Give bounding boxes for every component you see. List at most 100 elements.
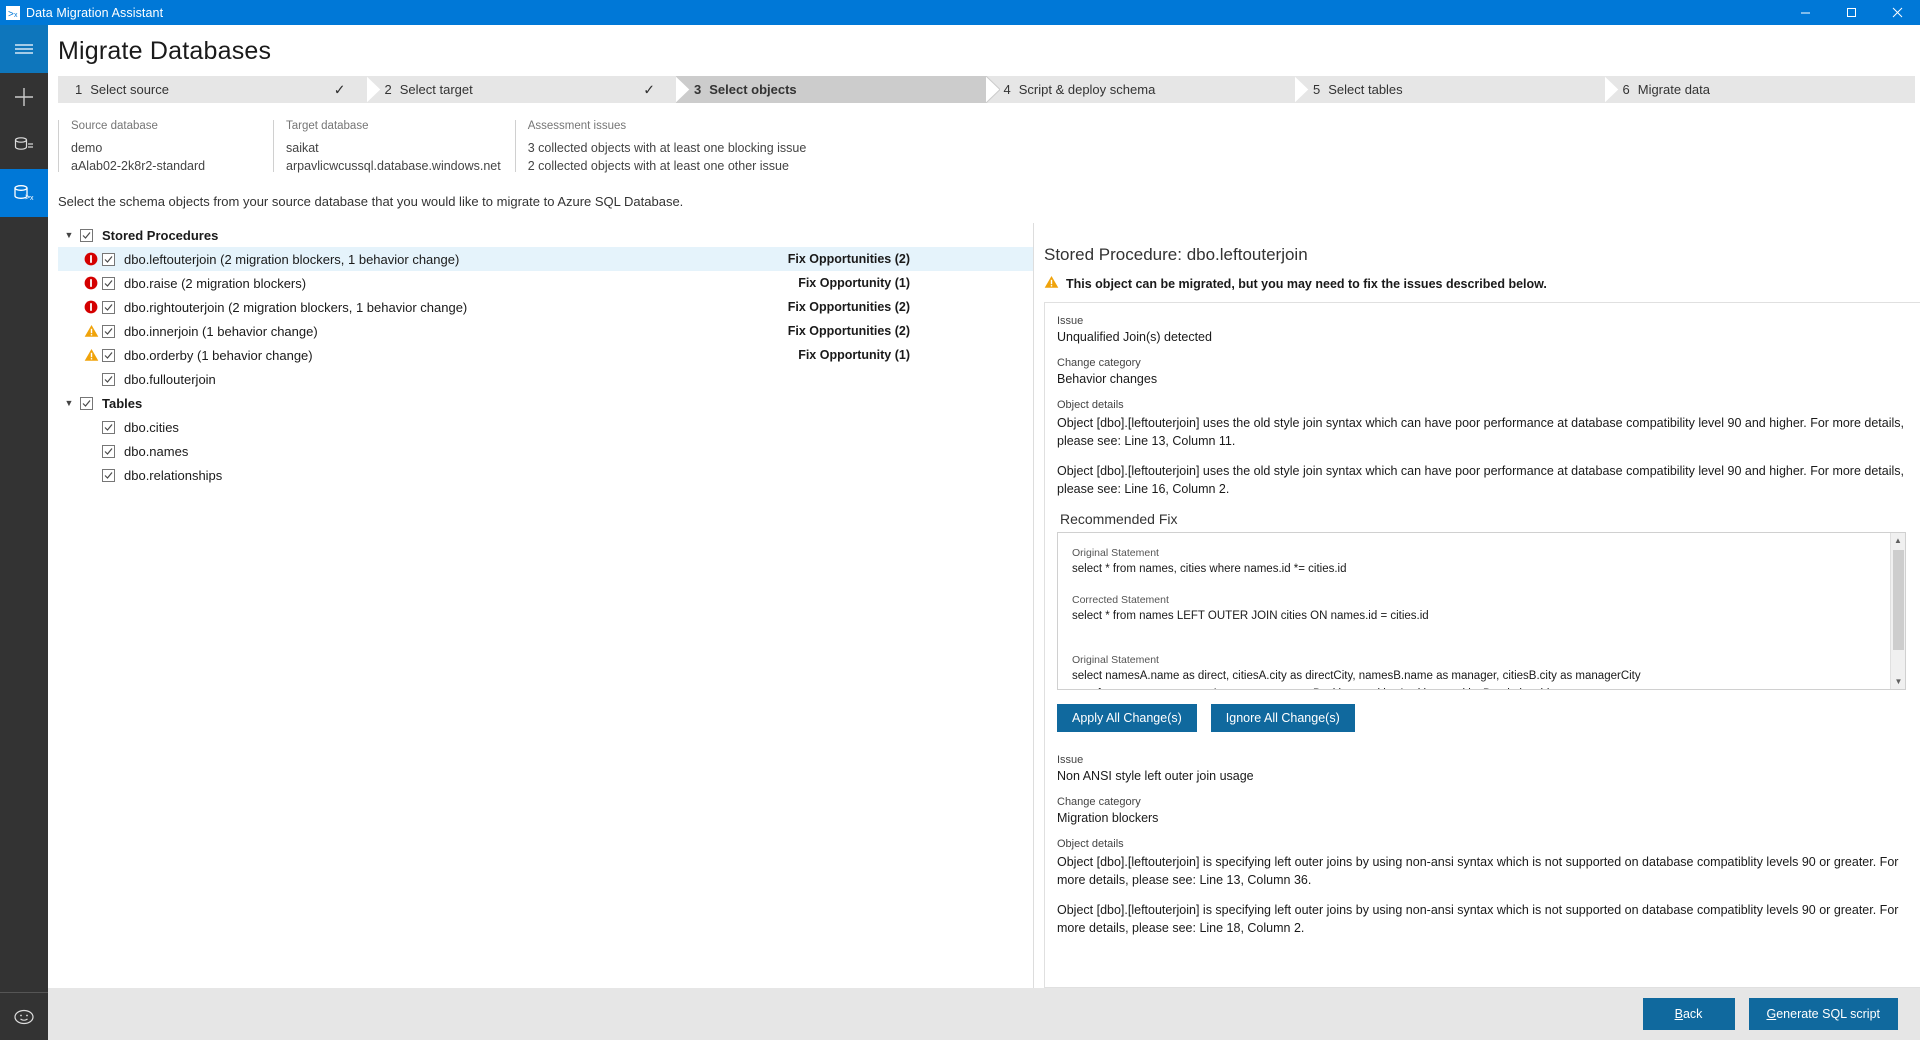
- fix-opportunities-orderby[interactable]: Fix Opportunity (1): [798, 348, 910, 362]
- ignore-all-changes-button[interactable]: Ignore All Change(s): [1210, 703, 1355, 732]
- assessment-blocking-issues: 3 collected objects with at least one bl…: [527, 141, 807, 155]
- scroll-up-icon[interactable]: ▲: [1891, 533, 1905, 548]
- scroll-down-icon[interactable]: ▼: [1891, 674, 1905, 689]
- recommended-fix-codebox[interactable]: Original Statement select * from names, …: [1057, 531, 1906, 690]
- code-gap: [1072, 579, 1891, 592]
- checkbox-rightouterjoin[interactable]: [102, 300, 115, 314]
- minimize-icon[interactable]: [1782, 0, 1828, 25]
- tree-item-names[interactable]: dbo.names: [58, 439, 1033, 463]
- object-tree: ▼ Stored Procedures dbo.leftouterjoin (2…: [48, 223, 1033, 988]
- checkbox-names[interactable]: [102, 444, 115, 458]
- apply-all-changes-button[interactable]: Apply All Change(s): [1057, 703, 1197, 732]
- fix-opportunities-leftouterjoin[interactable]: Fix Opportunities (2): [788, 252, 910, 266]
- chevron-down-icon[interactable]: ▼: [58, 230, 80, 240]
- tree-item-orderby[interactable]: dbo.orderby (1 behavior change) Fix Oppo…: [58, 343, 1033, 367]
- back-button[interactable]: Back: [1642, 998, 1735, 1030]
- checkbox-innerjoin[interactable]: [102, 324, 115, 338]
- summary-band: Source database demo aAlab02-2k8r2-stand…: [58, 120, 1920, 173]
- tree-item-rightouterjoin[interactable]: dbo.rightouterjoin (2 migration blockers…: [58, 295, 1033, 319]
- fix-opportunities-rightouterjoin[interactable]: Fix Opportunities (2): [788, 300, 910, 314]
- tree-item-relationships[interactable]: dbo.relationships: [58, 463, 1033, 487]
- step-1-label: Select source: [90, 82, 169, 97]
- tree-group-label: Stored Procedures: [102, 227, 219, 243]
- step-6[interactable]: 6 Migrate data: [1605, 76, 1915, 103]
- step-4-number: 4: [1003, 82, 1011, 97]
- issue1-category-value: Behavior changes: [1057, 372, 1158, 386]
- step-6-label: Migrate data: [1637, 82, 1710, 97]
- code-corrected-line-1: select * from names LEFT OUTER JOIN citi…: [1072, 609, 1429, 622]
- tree-item-label: dbo.cities: [124, 419, 179, 435]
- step-2-check-icon: ✓: [643, 81, 655, 97]
- step-5[interactable]: 5 Select tables: [1296, 76, 1619, 103]
- hamburger-icon[interactable]: [0, 25, 48, 73]
- checkbox-stored-procedures[interactable]: [80, 228, 93, 242]
- tree-group-stored-procedures[interactable]: ▼ Stored Procedures: [58, 223, 1033, 247]
- step-2[interactable]: 2 Select target ✓: [367, 76, 690, 103]
- window-titlebar: > x Data Migration Assistant: [0, 0, 1920, 25]
- app-body: > x Migrate Databases 1 Select source ✓: [0, 25, 1920, 1040]
- fix-opportunities-raise[interactable]: Fix Opportunity (1): [798, 276, 910, 290]
- tree-item-label: dbo.innerjoin (1 behavior change): [124, 323, 318, 339]
- checkbox-relationships[interactable]: [102, 468, 115, 482]
- tree-item-leftouterjoin[interactable]: dbo.leftouterjoin (2 migration blockers,…: [58, 247, 1033, 271]
- target-database-value: saikat: [286, 141, 319, 155]
- tree-item-innerjoin[interactable]: dbo.innerjoin (1 behavior change) Fix Op…: [58, 319, 1033, 343]
- checkbox-tables[interactable]: [80, 396, 93, 410]
- step-4[interactable]: 4 Script & deploy schema: [986, 76, 1309, 103]
- content-area: Migrate Databases 1 Select source ✓ 2 Se…: [48, 25, 1920, 1040]
- back-accel: B: [1674, 1007, 1683, 1021]
- step-1[interactable]: 1 Select source ✓: [58, 76, 381, 103]
- checkbox-orderby[interactable]: [102, 348, 115, 362]
- close-icon[interactable]: [1874, 0, 1920, 25]
- svg-text:x: x: [14, 12, 18, 19]
- footer-bar: Back Generate SQL script: [48, 988, 1920, 1040]
- tree-item-label: dbo.fullouterjoin: [124, 371, 216, 387]
- database-migrate-icon[interactable]: > x: [0, 169, 48, 217]
- generate-rest: enerate SQL script: [1776, 1007, 1880, 1021]
- tree-item-cities[interactable]: dbo.cities: [58, 415, 1033, 439]
- target-database-label: Target database: [286, 120, 369, 132]
- maximize-icon[interactable]: [1828, 0, 1874, 25]
- smiley-icon[interactable]: [0, 992, 48, 1040]
- tree-item-raise[interactable]: dbo.raise (2 migration blockers) Fix Opp…: [58, 271, 1033, 295]
- plus-icon[interactable]: [0, 73, 48, 121]
- main-split: ▼ Stored Procedures dbo.leftouterjoin (2…: [48, 223, 1920, 988]
- fix-action-buttons: Apply All Change(s) Ignore All Change(s): [1057, 703, 1906, 732]
- chevron-down-icon[interactable]: ▼: [58, 398, 80, 408]
- checkbox-cities[interactable]: [102, 420, 115, 434]
- window-controls: [1782, 0, 1920, 25]
- generate-sql-script-button[interactable]: Generate SQL script: [1748, 998, 1898, 1030]
- codebox-scrollbar[interactable]: ▲ ▼: [1890, 532, 1905, 689]
- tree-item-fullouterjoin[interactable]: dbo.fullouterjoin: [58, 367, 1033, 391]
- tree-group-tables[interactable]: ▼ Tables: [58, 391, 1033, 415]
- step-3-chevron-icon: [985, 76, 1000, 103]
- back-rest: ack: [1682, 1007, 1703, 1021]
- detail-pane: Stored Procedure: dbo.leftouterjoin This…: [1034, 223, 1920, 988]
- blocker-icon: [80, 252, 102, 266]
- assessment-other-issues: 2 collected objects with at least one ot…: [527, 159, 789, 173]
- step-1-chevron-icon: [366, 76, 381, 103]
- detail-title: Stored Procedure: dbo.leftouterjoin: [1044, 245, 1308, 264]
- step-2-number: 2: [384, 82, 392, 97]
- codebox-scroll-thumb[interactable]: [1893, 549, 1904, 650]
- checkbox-leftouterjoin[interactable]: [102, 252, 115, 266]
- tree-item-label: dbo.leftouterjoin (2 migration blockers,…: [124, 251, 460, 267]
- left-rail: > x: [0, 25, 48, 1040]
- detail-scroll-area[interactable]: Issue Unqualified Join(s) detected Chang…: [1044, 302, 1920, 988]
- step-5-label: Select tables: [1328, 82, 1403, 97]
- step-3-label: Select objects: [709, 82, 797, 97]
- issue1-category-label: Change category: [1057, 357, 1141, 369]
- tree-item-label: dbo.orderby (1 behavior change): [124, 347, 313, 363]
- checkbox-fullouterjoin[interactable]: [102, 372, 115, 386]
- fix-opportunities-innerjoin[interactable]: Fix Opportunities (2): [788, 324, 910, 338]
- blocker-icon: [80, 300, 102, 314]
- recommended-fix-title: Recommended Fix: [1060, 510, 1178, 527]
- generate-accel: G: [1766, 1007, 1777, 1021]
- summary-source: Source database demo aAlab02-2k8r2-stand…: [58, 120, 273, 173]
- step-3-number: 3: [694, 82, 702, 97]
- checkbox-raise[interactable]: [102, 276, 115, 290]
- issue2-category-label: Change category: [1057, 795, 1141, 808]
- step-3[interactable]: 3 Select objects: [677, 76, 1000, 103]
- database-list-icon[interactable]: [0, 121, 48, 169]
- tree-group-label: Tables: [102, 395, 143, 411]
